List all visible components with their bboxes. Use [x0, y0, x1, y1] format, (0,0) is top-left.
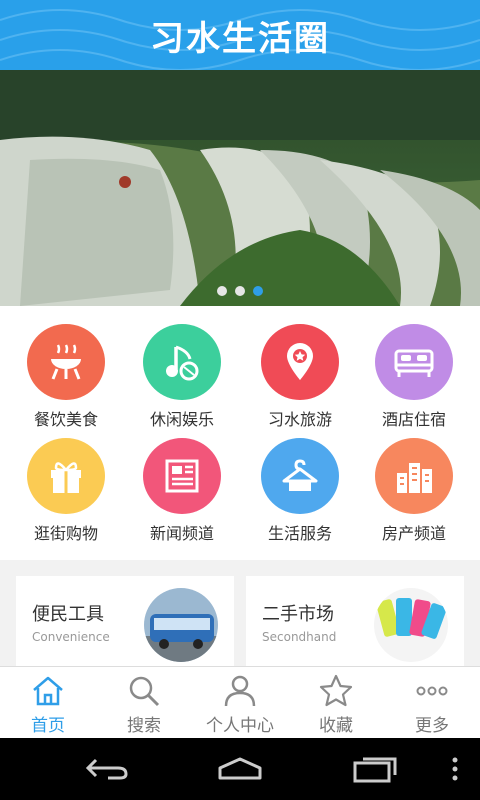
- music-note-icon: [143, 324, 221, 400]
- tab-label: 个人中心: [206, 716, 274, 736]
- buildings-icon: [375, 438, 453, 514]
- tab-label: 搜索: [127, 716, 161, 736]
- back-button[interactable]: [82, 752, 132, 786]
- app-header: 习水生活圈: [0, 0, 480, 70]
- star-icon: [319, 674, 353, 707]
- card-title: 二手市场: [262, 604, 334, 625]
- home-button[interactable]: [214, 752, 266, 786]
- category-news[interactable]: 新闻频道: [122, 424, 242, 544]
- banner-image-rice-terraces: [0, 70, 480, 306]
- tab-label: 更多: [415, 716, 449, 736]
- search-icon: [129, 676, 160, 707]
- carousel-indicator: [0, 286, 480, 296]
- carousel-dot[interactable]: [217, 286, 227, 296]
- category-label: 房产频道: [381, 524, 446, 543]
- category-label: 逛街购物: [33, 524, 98, 543]
- card-subtitle: Secondhand: [262, 630, 337, 644]
- gift-icon: [27, 438, 105, 514]
- category-shopping[interactable]: 逛街购物: [6, 424, 126, 544]
- carousel-dot-active[interactable]: [253, 286, 263, 296]
- bed-icon: [375, 324, 453, 400]
- category-grid: 餐饮美食 休闲娱乐 习水旅游 酒店住宿 逛街购物 新闻频道 生活服务 房产频道: [0, 306, 480, 560]
- bus-photo: [144, 588, 218, 662]
- carousel-dot[interactable]: [235, 286, 245, 296]
- category-dining[interactable]: 餐饮美食: [6, 310, 126, 430]
- home-icon: [33, 676, 63, 706]
- user-icon: [224, 675, 256, 707]
- more-dots-icon: [416, 686, 448, 696]
- card-title: 便民工具: [32, 604, 104, 625]
- system-nav-bar: [0, 738, 480, 800]
- category-life-services[interactable]: 生活服务: [240, 424, 360, 544]
- tab-more[interactable]: 更多: [384, 667, 480, 738]
- card-convenience[interactable]: 便民工具 Convenience: [16, 576, 234, 666]
- app-title: 习水生活圈: [150, 18, 330, 59]
- recents-button[interactable]: [350, 752, 400, 786]
- newspaper-icon: [143, 438, 221, 514]
- tab-home[interactable]: 首页: [0, 667, 96, 738]
- location-pin-icon: [261, 324, 339, 400]
- tab-profile[interactable]: 个人中心: [192, 667, 288, 738]
- recents-icon: [353, 757, 397, 783]
- category-hotel[interactable]: 酒店住宿: [354, 310, 474, 430]
- feature-cards: 便民工具 Convenience 二手市场 Secondhand: [0, 560, 480, 666]
- bottom-tab-bar: 首页 搜索 个人中心 收藏 更多: [0, 666, 480, 738]
- category-label: 生活服务: [267, 524, 332, 543]
- category-real-estate[interactable]: 房产频道: [354, 424, 474, 544]
- bbq-grill-icon: [27, 324, 105, 400]
- tab-label: 收藏: [319, 716, 353, 736]
- back-arrow-icon: [85, 758, 128, 780]
- category-tourism[interactable]: 习水旅游: [240, 310, 360, 430]
- tab-search[interactable]: 搜索: [96, 667, 192, 738]
- card-subtitle: Convenience: [32, 630, 110, 644]
- banner-carousel[interactable]: [0, 70, 480, 306]
- category-leisure[interactable]: 休闲娱乐: [122, 310, 242, 430]
- overflow-menu-button[interactable]: [448, 752, 462, 786]
- tab-label: 首页: [31, 716, 65, 736]
- vertical-dots-icon: [452, 757, 458, 781]
- home-outline-icon: [218, 757, 262, 780]
- category-label: 新闻频道: [149, 524, 214, 543]
- card-secondhand[interactable]: 二手市场 Secondhand: [246, 576, 464, 666]
- hanger-icon: [261, 438, 339, 514]
- phones-photo: [374, 588, 448, 662]
- tab-favorites[interactable]: 收藏: [288, 667, 384, 738]
